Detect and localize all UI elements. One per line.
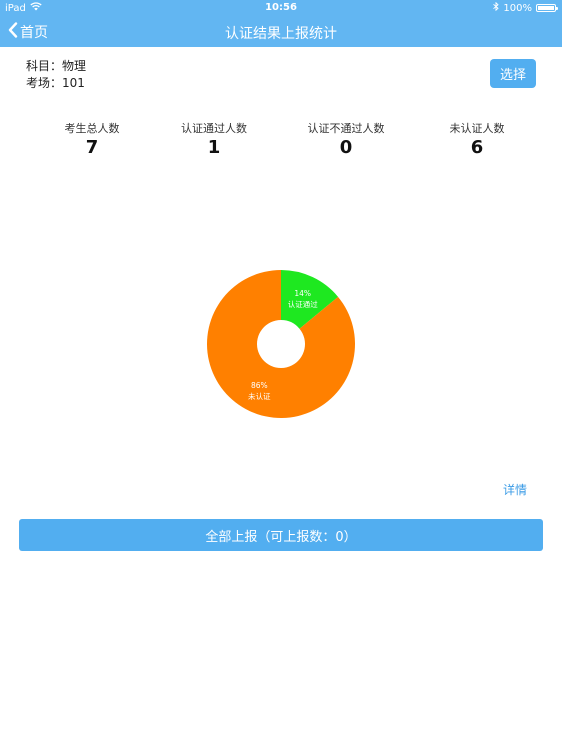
- battery-icon: [536, 4, 558, 12]
- navigation-bar: 首页 认证结果上报统计: [0, 16, 562, 47]
- status-bar: iPad 10:56 100%: [0, 0, 562, 16]
- slice-name-label: 未认证: [248, 391, 271, 401]
- stat-value: 0: [339, 137, 353, 158]
- stat-label: 认证通过人数: [181, 122, 247, 135]
- exam-info: 科目：物理 考场：101: [26, 58, 86, 92]
- stats-summary: 考生总人数 7 认证通过人数 1 认证不通过人数 0 未认证人数 6: [0, 120, 562, 160]
- slice-name-label: 认证通过: [288, 299, 318, 309]
- stat-value: 6: [470, 137, 484, 158]
- battery-percent: 100%: [503, 2, 532, 14]
- stat-label: 认证不通过人数: [307, 122, 385, 135]
- stat-value: 7: [85, 137, 99, 158]
- room-row: 考场：101: [26, 75, 86, 92]
- stat-total: 考生总人数 7: [27, 120, 157, 158]
- stat-not-verified: 未认证人数 6: [412, 120, 542, 158]
- stat-failed: 认证不通过人数 0: [281, 120, 411, 158]
- stat-label: 考生总人数: [64, 122, 120, 135]
- stat-value: 1: [207, 137, 221, 158]
- room-value: 101: [62, 76, 85, 90]
- stat-passed: 认证通过人数 1: [149, 120, 279, 158]
- select-button[interactable]: 选择: [490, 59, 536, 88]
- bluetooth-icon: [493, 1, 500, 14]
- subject-value: 物理: [62, 59, 87, 73]
- details-link[interactable]: 详情: [503, 481, 527, 498]
- battery-fill: [538, 6, 554, 10]
- slice-percent-label: 86%: [251, 381, 268, 390]
- report-all-button[interactable]: 全部上报（可上报数：0）: [19, 519, 543, 551]
- subject-row: 科目：物理: [26, 58, 86, 75]
- verification-donut-chart: 14%认证通过 86%未认证: [207, 270, 355, 418]
- page-title: 认证结果上报统计: [225, 26, 337, 42]
- stat-label: 未认证人数: [449, 122, 505, 135]
- subject-label: 科目：: [26, 59, 63, 73]
- status-time: 10:56: [265, 2, 297, 13]
- slice-percent-label: 14%: [294, 289, 311, 298]
- room-label: 考场：: [26, 76, 63, 90]
